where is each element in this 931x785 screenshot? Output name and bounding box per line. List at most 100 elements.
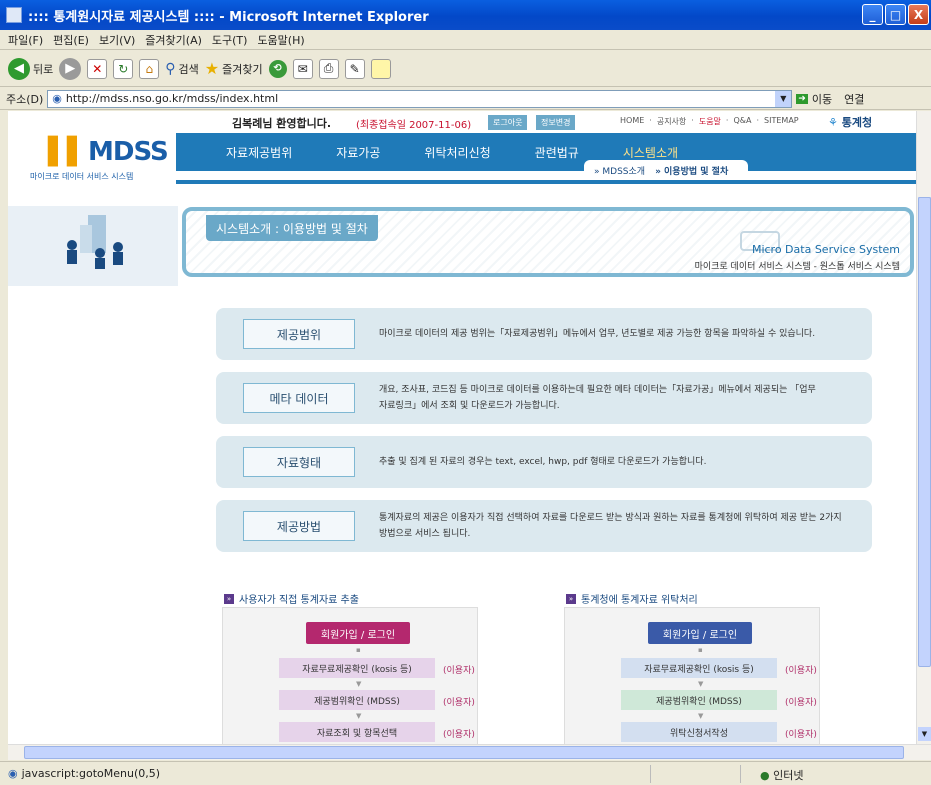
address-dropdown-icon[interactable]: ▼ xyxy=(775,90,792,107)
page-viewport[interactable]: 김복례님 환영합니다. (최종접속일 2007-11-06) 로그아웃 정보변경… xyxy=(8,111,916,744)
search-button[interactable]: ⚲ 검색 xyxy=(165,61,199,77)
qna-link[interactable]: Q&A xyxy=(733,116,751,127)
menu-edit[interactable]: 편집(E) xyxy=(53,32,89,48)
back-label: 뒤로 xyxy=(33,62,54,76)
header-en-title: Micro Data Service System xyxy=(751,243,900,256)
page-icon: ◉ xyxy=(52,92,62,105)
menu-favorites[interactable]: 즐겨찾기(A) xyxy=(145,32,202,48)
mdss-logo[interactable]: ▌▌MDSS xyxy=(48,137,169,167)
scroll-down-icon[interactable]: ▼ xyxy=(918,727,931,741)
info-label-format: 자료형태 xyxy=(243,447,355,477)
right-step-free-check: 자료무료제공확인 (kosis 등) xyxy=(621,658,777,678)
nav-consign[interactable]: 위탁처리신청 xyxy=(424,144,490,161)
vertical-scrollbar[interactable]: ▲ ▼ xyxy=(916,111,931,744)
status-page-icon: ◉ xyxy=(8,767,18,780)
status-divider xyxy=(650,765,651,783)
address-url: http://mdss.nso.go.kr/mdss/index.html xyxy=(65,92,279,105)
flow-right-title-text: 통계청에 통계자료 위탁처리 xyxy=(581,595,698,606)
nav-system-intro[interactable]: 시스템소개 xyxy=(623,144,678,161)
favorites-label: 즐겨찾기 xyxy=(222,62,263,76)
flow-right-title: » 통계청에 통계자료 위탁처리 xyxy=(566,591,698,606)
go-button[interactable]: 이동 xyxy=(812,91,832,107)
status-bar: ◉ javascript:gotoMenu(0,5) ● 인터넷 xyxy=(0,761,931,785)
stop-button[interactable]: ✕ xyxy=(87,58,108,79)
subnav-usage[interactable]: » 이용방법 및 절차 xyxy=(655,164,728,177)
home-button[interactable]: ⌂ xyxy=(139,58,160,79)
minimize-button[interactable]: _ xyxy=(862,4,883,25)
left-step-role: (이용자) xyxy=(443,698,475,708)
close-button[interactable]: X xyxy=(908,4,929,25)
subnav-mdss-intro[interactable]: » MDSS소개 xyxy=(594,164,645,177)
help-link[interactable]: 도움말 xyxy=(699,116,721,127)
forward-button[interactable]: ▶ xyxy=(59,57,82,80)
people-building-illustration xyxy=(67,215,123,269)
utility-links: HOME · 공지사항 · 도움말 · Q&A · SITEMAP xyxy=(620,116,799,127)
maximize-button[interactable]: □ xyxy=(885,4,906,25)
horizontal-scroll-thumb[interactable] xyxy=(24,746,904,759)
refresh-button[interactable]: ↻ xyxy=(113,58,134,79)
nav-laws[interactable]: 관련법규 xyxy=(535,144,579,161)
info-label-scope: 제공범위 xyxy=(243,319,355,349)
main-nav: 자료제공범위 자료가공 위탁처리신청 관련법규 시스템소개 xyxy=(176,133,916,171)
logo-subtitle: 마이크로 데이터 서비스 시스템 xyxy=(30,172,134,181)
org-logo[interactable]: ⚘ 통계청 xyxy=(828,114,872,130)
last-login: (최종접속일 2007-11-06) xyxy=(356,120,472,131)
status-divider xyxy=(740,765,741,783)
logo-bars-icon: ▌▌ xyxy=(48,137,87,167)
home-link[interactable]: HOME xyxy=(620,116,644,127)
favorites-button[interactable]: ★ 즐겨찾기 xyxy=(205,59,263,78)
page-header-box: 시스템소개 : 이용방법 및 절차 Micro Data Service Sys… xyxy=(182,207,914,277)
sub-nav: » MDSS소개 » 이용방법 및 절차 xyxy=(584,160,748,180)
menu-file[interactable]: 파일(F) xyxy=(8,32,43,48)
window-titlebar[interactable]: :::: 통계원시자료 제공시스템 :::: - Microsoft Inter… xyxy=(0,0,931,30)
address-bar: 주소(D) ◉ http://mdss.nso.go.kr/mdss/index… xyxy=(0,88,931,110)
info-text-meta: 개요, 조사표, 코드집 등 마이크로 데이터를 이용하는데 필요한 메타 데이… xyxy=(379,385,816,411)
connector-arrow: ▼ xyxy=(698,680,704,688)
subnav-mdss-intro-label: MDSS소개 xyxy=(602,166,646,177)
section-bullet-icon: » xyxy=(224,593,234,604)
flow-left-title: » 사용자가 직접 통계자료 추출 xyxy=(224,591,359,606)
info-row-method: 제공방법 통계자료의 제공은 이용자가 직접 선택하여 자료를 다운로드 받는 … xyxy=(216,500,872,552)
toolbar: ◀ 뒤로 ▶ ✕ ↻ ⌂ ⚲ 검색 ★ 즐겨찾기 ⟲ ✉ ⎙ ✎ xyxy=(0,51,931,87)
edit-button[interactable]: ✎ xyxy=(344,58,365,79)
horizontal-scrollbar[interactable] xyxy=(8,744,931,760)
left-signup-login-button[interactable]: 회원가입 / 로그인 xyxy=(306,622,410,644)
right-step-scope-check: 제공범위확인 (MDSS) xyxy=(621,690,777,710)
links-label[interactable]: 연결 xyxy=(844,91,864,107)
edit-info-button[interactable]: 정보변경 xyxy=(536,115,576,130)
back-button[interactable]: ◀ 뒤로 xyxy=(8,57,54,80)
mail-button[interactable]: ✉ xyxy=(292,58,313,79)
header-ko-subtitle: 마이크로 데이터 서비스 시스템 - 원스톱 서비스 시스템 xyxy=(694,262,900,272)
page-title: 시스템소개 : 이용방법 및 절차 xyxy=(206,215,378,241)
internet-zone: ● 인터넷 xyxy=(760,767,803,783)
info-text-scope: 마이크로 데이터의 제공 범위는「자료제공범위」메뉴에서 업무, 년도별로 제공… xyxy=(379,329,816,339)
menu-tools[interactable]: 도구(T) xyxy=(212,32,248,48)
menu-help[interactable]: 도움말(H) xyxy=(257,32,304,48)
left-step-role: (이용자) xyxy=(443,730,475,740)
flow-left-title-text: 사용자가 직접 통계자료 추출 xyxy=(239,595,359,606)
left-step-scope-check: 제공범위확인 (MDSS) xyxy=(279,690,435,710)
right-step-role: (이용자) xyxy=(785,730,817,740)
sitemap-link[interactable]: SITEMAP xyxy=(764,116,799,127)
menu-view[interactable]: 보기(V) xyxy=(99,32,135,48)
globe-icon: ● xyxy=(760,769,770,782)
messenger-button[interactable] xyxy=(370,58,391,79)
connector-arrow: ▼ xyxy=(698,712,704,720)
search-label: 검색 xyxy=(178,62,199,76)
info-label-meta: 메타 데이터 xyxy=(243,383,355,413)
connector-arrow: ▼ xyxy=(356,712,362,720)
status-text: javascript:gotoMenu(0,5) xyxy=(21,767,161,780)
menu-bar: 파일(F) 편집(E) 보기(V) 즐겨찾기(A) 도구(T) 도움말(H) xyxy=(0,30,931,50)
address-input[interactable]: ◉ http://mdss.nso.go.kr/mdss/index.html … xyxy=(47,89,793,108)
subnav-usage-label: 이용방법 및 절차 xyxy=(664,166,729,177)
nav-scope[interactable]: 자료제공범위 xyxy=(226,144,292,161)
vertical-scroll-thumb[interactable] xyxy=(918,197,931,667)
nav-processing[interactable]: 자료가공 xyxy=(336,144,380,161)
notice-link[interactable]: 공지사항 xyxy=(657,116,686,127)
org-mark-icon: ⚘ xyxy=(828,116,838,129)
print-button[interactable]: ⎙ xyxy=(318,58,339,79)
history-button[interactable]: ⟲ xyxy=(268,59,287,78)
logout-button[interactable]: 로그아웃 xyxy=(488,115,528,130)
right-signup-login-button[interactable]: 회원가입 / 로그인 xyxy=(648,622,752,644)
go-icon[interactable]: ➜ xyxy=(796,93,808,104)
